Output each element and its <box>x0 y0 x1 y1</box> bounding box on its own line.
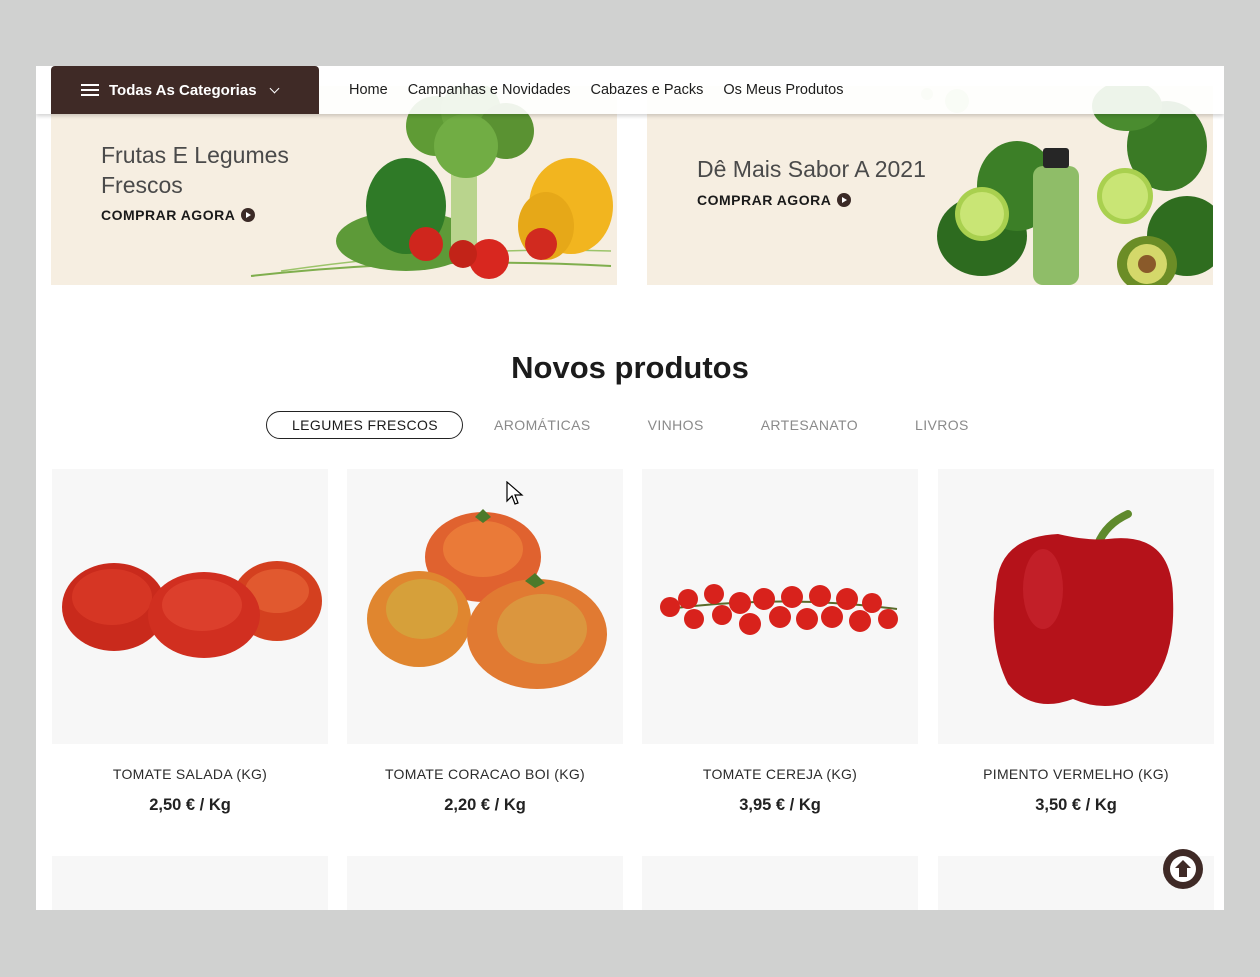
product-card-partial[interactable] <box>347 856 623 910</box>
arrow-up-icon <box>1170 856 1196 882</box>
product-name[interactable]: TOMATE CEREJA (KG) <box>642 766 918 782</box>
banner-frutas-legumes[interactable]: Frutas E Legumes Frescos COMPRAR AGORA <box>51 86 617 285</box>
product-name[interactable]: PIMENTO VERMELHO (KG) <box>938 766 1214 782</box>
product-price: 2,50 € / Kg <box>149 796 231 814</box>
all-categories-label: Todas As Categorias <box>109 81 257 99</box>
product-card[interactable]: TOMATE SALADA (KG) 2,50 € / Kg <box>52 469 328 815</box>
tab-artesanato[interactable]: ARTESANATO <box>761 417 858 433</box>
nav-links: Home Campanhas e Novidades Cabazes e Pac… <box>349 66 843 114</box>
nav-link-cabazes[interactable]: Cabazes e Packs <box>591 82 704 98</box>
tab-livros[interactable]: LIVROS <box>915 417 969 433</box>
section-title: Novos produtos <box>511 350 749 385</box>
product-image[interactable] <box>52 469 328 744</box>
product-card[interactable]: TOMATE CORACAO BOI (KG) 2,20 € / Kg <box>347 469 623 815</box>
tab-aromaticas[interactable]: AROMÁTICAS <box>494 417 591 433</box>
product-image[interactable] <box>347 469 623 744</box>
tomato-salad-image <box>62 561 322 658</box>
tab-vinhos[interactable]: VINHOS <box>648 417 704 433</box>
page: Todas As Categorias Home Campanhas e Nov… <box>36 66 1224 910</box>
product-price: 3,50 € / Kg <box>1035 796 1117 814</box>
product-name[interactable]: TOMATE CORACAO BOI (KG) <box>347 766 623 782</box>
tab-legumes-frescos[interactable]: LEGUMES FRESCOS <box>266 411 464 439</box>
product-image[interactable] <box>642 469 918 744</box>
red-pepper-image <box>993 510 1174 707</box>
smoothie-image <box>921 86 1213 285</box>
chevron-down-icon <box>269 83 279 93</box>
back-to-top-button[interactable] <box>1163 849 1203 889</box>
nav-link-home[interactable]: Home <box>349 82 388 98</box>
product-card[interactable]: TOMATE CEREJA (KG) 3,95 € / Kg <box>642 469 918 815</box>
product-price: 2,20 € / Kg <box>444 796 526 814</box>
tomato-coracao-boi-image <box>367 509 607 689</box>
main-nav: Todas As Categorias Home Campanhas e Nov… <box>36 66 1224 114</box>
nav-link-campanhas[interactable]: Campanhas e Novidades <box>408 82 571 98</box>
mouse-cursor-icon <box>506 481 524 505</box>
product-card-partial[interactable] <box>52 856 328 910</box>
hamburger-icon <box>81 83 99 97</box>
product-name[interactable]: TOMATE SALADA (KG) <box>52 766 328 782</box>
product-image[interactable] <box>938 469 1214 744</box>
product-price: 3,95 € / Kg <box>739 796 821 814</box>
banner-mais-sabor[interactable]: Dê Mais Sabor A 2021 COMPRAR AGORA <box>647 86 1213 285</box>
all-categories-button[interactable]: Todas As Categorias <box>51 66 319 114</box>
product-tabs: LEGUMES FRESCOS AROMÁTICAS VINHOS ARTESA… <box>266 411 969 439</box>
nav-link-meus-produtos[interactable]: Os Meus Produtos <box>723 82 843 98</box>
tomato-cereja-image <box>660 584 898 635</box>
vegetables-image <box>250 86 613 279</box>
product-card-partial[interactable] <box>642 856 918 910</box>
product-card[interactable]: PIMENTO VERMELHO (KG) 3,50 € / Kg <box>938 469 1214 815</box>
